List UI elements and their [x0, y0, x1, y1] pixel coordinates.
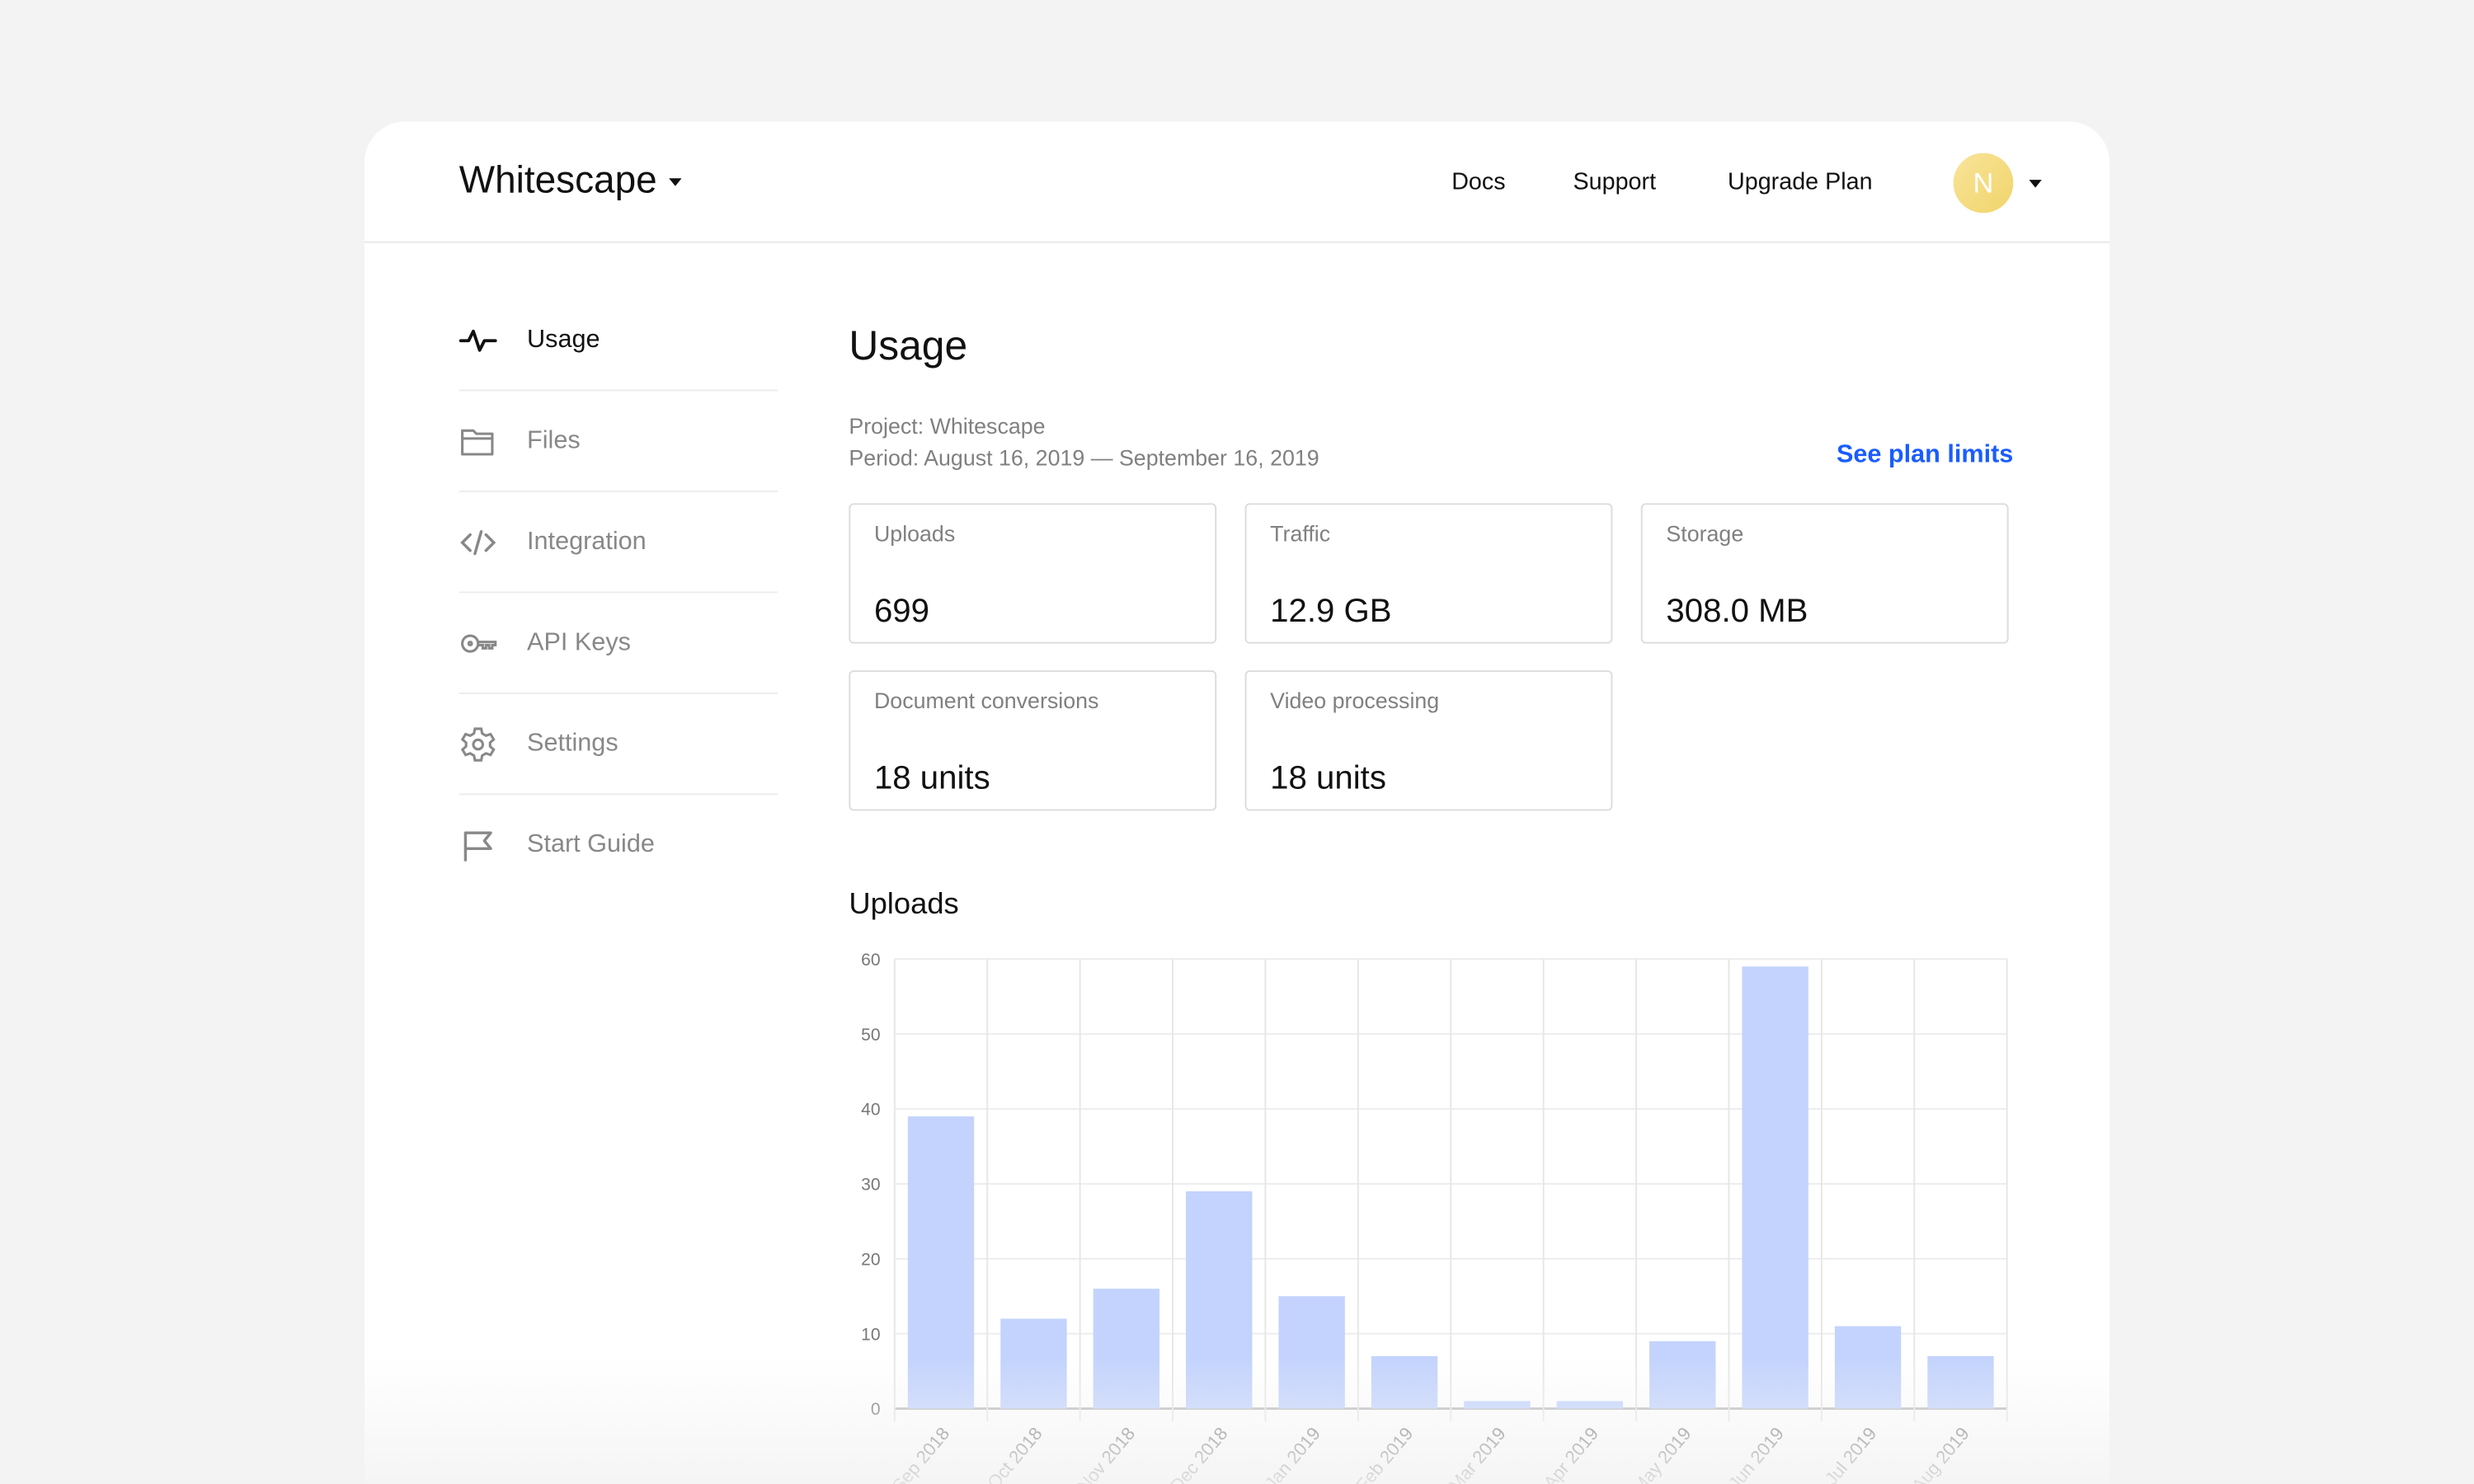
avatar[interactable]: N	[1953, 153, 2014, 214]
y-tick-label: 40	[861, 1101, 880, 1120]
page: Whitescape Docs Support Upgrade Plan N U…	[0, 0, 2474, 1484]
app-window: Whitescape Docs Support Upgrade Plan N U…	[364, 121, 2110, 1484]
x-tick-label: 16 Feb 2019	[1336, 1423, 1418, 1484]
x-tick-label: 16 Oct 2018	[967, 1423, 1047, 1484]
sidebar-item-api-keys[interactable]: API Keys	[459, 594, 778, 694]
x-tick-label: 16 May 2019	[1612, 1423, 1696, 1484]
stat-value: 699	[873, 593, 930, 630]
x-tick-label: 16 Apr 2019	[1524, 1423, 1602, 1484]
upgrade-plan-link[interactable]: Upgrade Plan	[1728, 169, 1873, 196]
bar	[1278, 1296, 1345, 1409]
stat-value: 308.0 MB	[1666, 593, 1808, 630]
x-tick-label: 16 Dec 2018	[1150, 1423, 1231, 1484]
bar	[1556, 1401, 1624, 1409]
billing-period: Period: August 16, 2019 — September 16, …	[849, 444, 1319, 471]
code-icon	[460, 530, 496, 556]
x-tick-label: 16 Mar 2019	[1428, 1423, 1510, 1484]
sidebar-item-files[interactable]: Files	[459, 392, 778, 492]
y-tick-label: 30	[861, 1176, 880, 1195]
folder-icon	[461, 429, 494, 456]
bar	[1186, 1190, 1253, 1409]
bar	[1834, 1326, 1902, 1409]
x-tick-label: 16 Jul 2019	[1804, 1423, 1880, 1484]
stat-card-uploads: Uploads 699	[849, 503, 1217, 644]
project-switcher[interactable]: Whitescape	[459, 159, 683, 204]
sidebar-item-label: Integration	[527, 528, 647, 556]
y-tick-label: 60	[861, 951, 880, 970]
y-tick-label: 10	[861, 1325, 880, 1344]
stat-label: Uploads	[873, 520, 956, 546]
caret-down-icon	[669, 177, 683, 186]
stat-card-video-processing: Video processing 18 units	[1244, 670, 1613, 811]
stat-value: 18 units	[873, 760, 990, 797]
y-tick-label: 0	[871, 1400, 881, 1419]
sidebar-item-label: API Keys	[527, 629, 631, 656]
account-caret-down-icon[interactable]	[2029, 180, 2042, 188]
sidebar-item-label: Start Guide	[527, 831, 655, 858]
brand-name: Whitescape	[459, 159, 657, 202]
x-tick-label: 16 Sep 2018	[872, 1423, 953, 1484]
key-icon	[461, 634, 497, 653]
bar	[1464, 1401, 1531, 1409]
bar	[1927, 1355, 1994, 1409]
sidebar-item-label: Settings	[527, 730, 618, 758]
chart-title: Uploads	[849, 888, 959, 922]
top-bar: Whitescape Docs Support Upgrade Plan N	[364, 121, 2110, 243]
sidebar-item-usage[interactable]: Usage	[459, 292, 778, 392]
x-tick-label: 16 Nov 2018	[1057, 1423, 1139, 1484]
stat-card-traffic: Traffic 12.9 GB	[1244, 503, 1613, 644]
stat-label: Video processing	[1270, 688, 1440, 713]
bar	[1371, 1355, 1438, 1409]
sidebar-item-label: Files	[527, 427, 581, 455]
stat-card-storage: Storage 308.0 MB	[1640, 503, 2009, 644]
sidebar: Usage Files Integration API Keys Setting…	[459, 292, 778, 896]
y-tick-label: 20	[861, 1250, 880, 1269]
see-plan-limits-link[interactable]: See plan limits	[1837, 442, 2013, 470]
sidebar-item-settings[interactable]: Settings	[459, 696, 778, 796]
stat-label: Storage	[1666, 520, 1744, 546]
bar	[1649, 1341, 1716, 1409]
project-meta: Project: Whitescape Period: August 16, 2…	[849, 410, 1319, 473]
stat-label: Document conversions	[873, 688, 1099, 713]
sidebar-item-start-guide[interactable]: Start Guide	[459, 796, 778, 895]
flag-icon	[463, 831, 492, 862]
stat-card-document-conversions: Document conversions 18 units	[849, 670, 1217, 811]
gear-icon	[460, 727, 496, 762]
support-link[interactable]: Support	[1573, 169, 1657, 196]
sidebar-item-integration[interactable]: Integration	[459, 494, 778, 594]
docs-link[interactable]: Docs	[1451, 169, 1505, 196]
activity-icon	[459, 329, 497, 352]
page-title: Usage	[849, 322, 968, 369]
bar	[907, 1116, 975, 1409]
bar	[1000, 1318, 1067, 1409]
sidebar-item-label: Usage	[527, 326, 600, 354]
bar	[1093, 1289, 1160, 1409]
stat-value: 18 units	[1270, 760, 1386, 797]
x-tick-label: 16 Jun 2019	[1708, 1423, 1788, 1484]
x-tick-label: 16 Aug 2019	[1892, 1423, 1973, 1484]
y-tick-label: 50	[861, 1026, 880, 1045]
project-name: Project: Whitescape	[849, 413, 1046, 439]
x-tick-label: 16 Jan 2019	[1244, 1423, 1324, 1484]
stat-label: Traffic	[1270, 520, 1331, 546]
bar	[1742, 966, 1808, 1409]
uploads-chart: 0 10 20 30 40 50 60 16 Sep 2018 16 Oct 2018 16 No…	[861, 951, 2008, 1484]
stat-value: 12.9 GB	[1270, 593, 1392, 630]
